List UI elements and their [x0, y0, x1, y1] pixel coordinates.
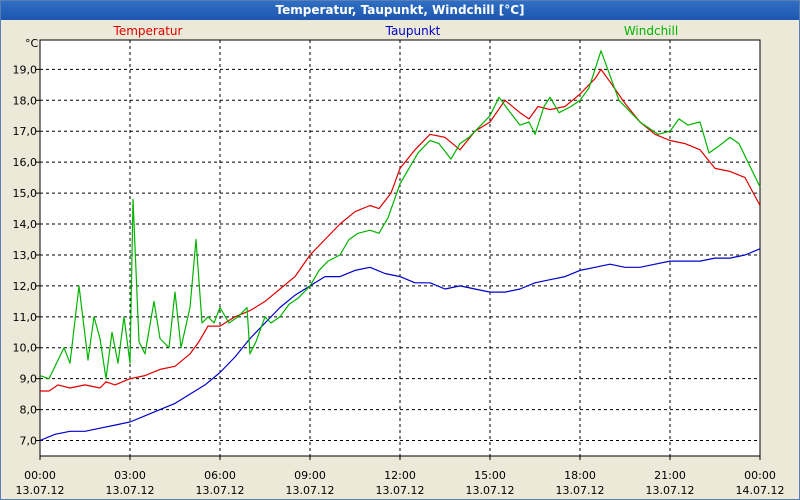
y-tick-label: 9,0 — [20, 373, 38, 386]
y-tick-label: 13,0 — [13, 249, 38, 262]
y-axis-unit-label: °C — [25, 37, 39, 50]
x-tick-time-label: 03:00 — [114, 469, 146, 482]
x-tick-date-label: 13.07.12 — [106, 484, 155, 497]
y-tick-label: 19,0 — [13, 63, 38, 76]
legend-item-taupunkt: Taupunkt — [385, 24, 441, 38]
x-tick-date-label: 13.07.12 — [286, 484, 335, 497]
y-tick-label: 10,0 — [13, 342, 38, 355]
y-tick-label: 14,0 — [13, 218, 38, 231]
x-tick-date-label: 13.07.12 — [556, 484, 605, 497]
y-tick-label: 16,0 — [13, 156, 38, 169]
y-tick-label: 12,0 — [13, 280, 38, 293]
y-tick-label: 17,0 — [13, 125, 38, 138]
x-tick-date-label: 14.07.12 — [736, 484, 785, 497]
legend: Temperatur Taupunkt Windchill — [113, 24, 679, 38]
x-tick-date-label: 13.07.12 — [646, 484, 695, 497]
x-tick-time-label: 18:00 — [564, 469, 596, 482]
x-tick-time-label: 06:00 — [204, 469, 236, 482]
x-tick-date-label: 13.07.12 — [196, 484, 245, 497]
x-tick-date-label: 13.07.12 — [376, 484, 425, 497]
x-tick-date-label: 13.07.12 — [466, 484, 515, 497]
y-tick-label: 8,0 — [20, 404, 38, 417]
line-chart: 7,0 8,0 9,0 10,0 11,0 12,0 13,0 14,0 15,0 16,0 17,… — [13, 24, 785, 497]
y-tick-label: 15,0 — [13, 187, 38, 200]
y-tick-label: 11,0 — [13, 311, 38, 324]
y-tick-label: 18,0 — [13, 94, 38, 107]
x-tick-time-label: 12:00 — [384, 469, 416, 482]
x-tick-time-label: 15:00 — [474, 469, 506, 482]
x-tick-time-label: 09:00 — [294, 469, 326, 482]
legend-item-windchill: Windchill — [624, 24, 678, 38]
x-tick-time-label: 21:00 — [654, 469, 686, 482]
legend-item-temperatur: Temperatur — [113, 24, 183, 38]
x-tick-time-label: 00:00 — [24, 469, 56, 482]
x-tick-time-label: 00:00 — [744, 469, 776, 482]
x-tick-date-label: 13.07.12 — [16, 484, 65, 497]
y-tick-label: 7,0 — [20, 435, 38, 448]
